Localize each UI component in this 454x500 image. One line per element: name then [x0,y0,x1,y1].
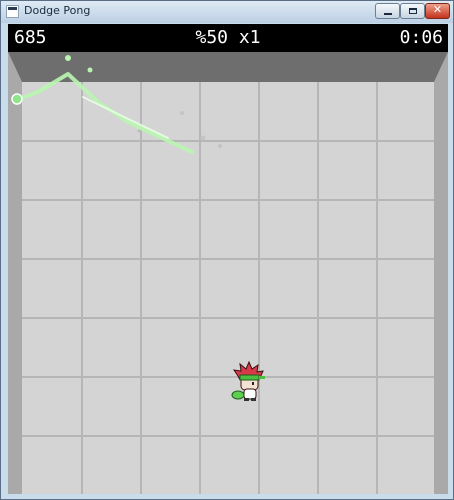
right-wall [434,52,448,494]
maximize-icon [409,8,417,14]
minimize-button[interactable] [375,3,400,19]
left-wall [8,52,22,494]
timer-display: 0:06 [399,27,443,48]
maximize-button[interactable] [400,3,425,19]
minimize-icon [384,13,392,15]
ball-green [11,93,23,105]
close-icon: ✕ [432,3,443,16]
game-window: Dodge Pong ✕ 685 %50 x1 0:06 [0,0,454,500]
arena [8,52,448,494]
arena-floor [22,82,434,494]
hud-bar: 685 %50 x1 0:06 [8,24,448,52]
title-bar[interactable]: Dodge Pong ✕ [1,1,453,23]
multiplier-display: %50 x1 [195,27,261,48]
close-button[interactable]: ✕ [425,3,450,19]
game-canvas[interactable]: 685 %50 x1 0:06 [8,24,448,494]
arena-svg [8,52,448,494]
window-title: Dodge Pong [24,4,91,17]
app-icon [6,5,19,18]
